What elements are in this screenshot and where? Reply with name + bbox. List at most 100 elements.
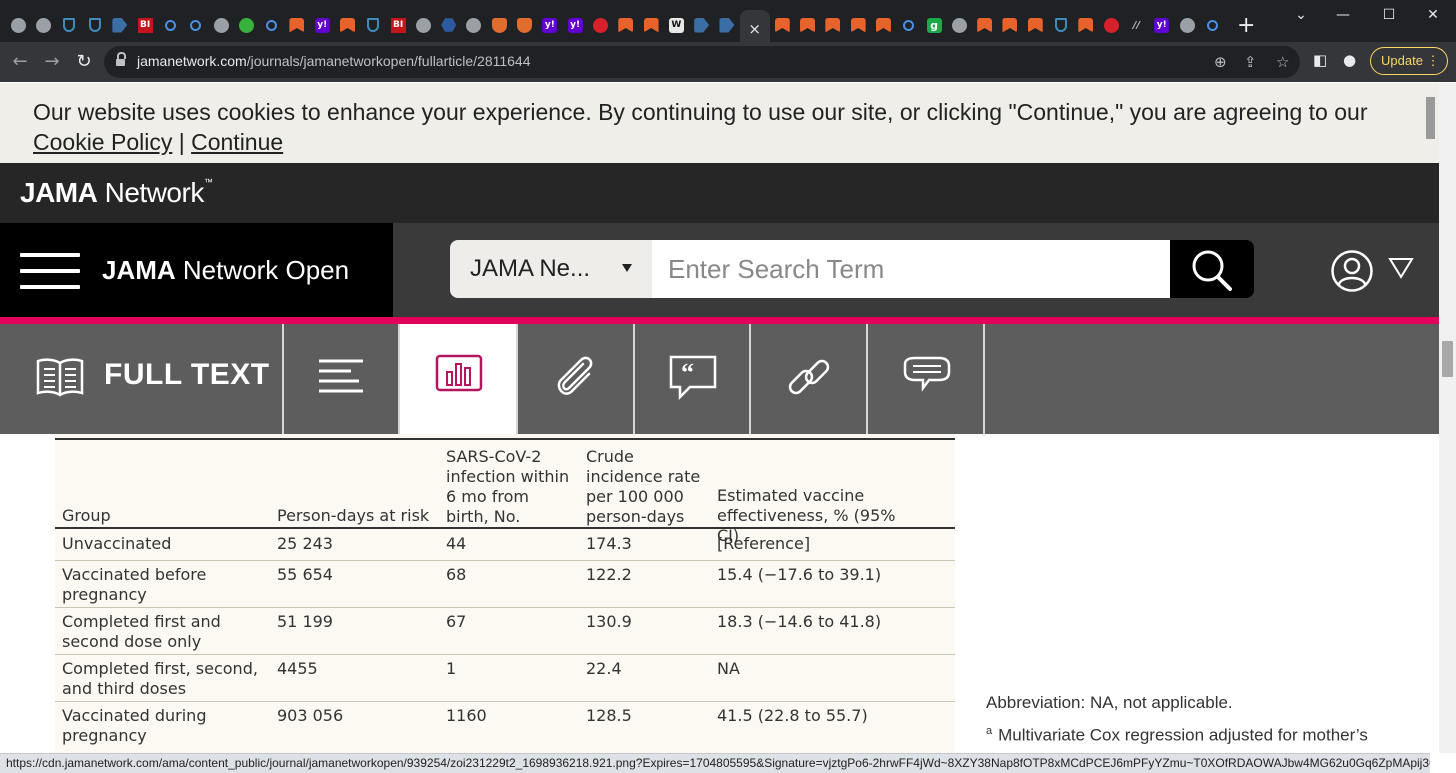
browser-tab[interactable]: [588, 10, 613, 40]
journal-title[interactable]: JAMA Network Open: [102, 255, 349, 286]
browser-tab[interactable]: y!: [537, 10, 562, 40]
minimize-button[interactable]: —: [1320, 0, 1366, 30]
side-panel-icon[interactable]: ◧: [1313, 51, 1327, 69]
cookie-continue-link[interactable]: Continue: [191, 129, 283, 155]
search-scope-select[interactable]: JAMA Ne...: [450, 240, 652, 298]
bookmark-favicon-icon: [340, 17, 355, 33]
browser-tab[interactable]: [461, 10, 486, 40]
browser-tab[interactable]: [1073, 10, 1098, 40]
tab-search-icon[interactable]: ⌄: [1278, 0, 1324, 30]
browser-tab[interactable]: [158, 10, 183, 40]
update-button[interactable]: Update ⋮: [1370, 47, 1448, 75]
reload-button[interactable]: ↻: [72, 50, 96, 74]
bookmark-favicon-icon: [643, 17, 659, 33]
browser-tab[interactable]: [795, 10, 820, 40]
search-input[interactable]: [652, 240, 1170, 298]
forward-button[interactable]: →: [40, 50, 64, 74]
bookmark-favicon-icon: [977, 17, 993, 33]
browser-tab[interactable]: y!: [310, 10, 335, 40]
browser-tab[interactable]: [411, 10, 436, 40]
url-text[interactable]: jamanetwork.com/journals/jamanetworkopen…: [137, 53, 531, 69]
browser-tab[interactable]: [436, 10, 461, 40]
tab-figures-tables[interactable]: [400, 324, 518, 434]
browser-tab[interactable]: [947, 10, 972, 40]
browser-tab[interactable]: [714, 10, 739, 40]
cookie-scroll-thumb[interactable]: [1426, 97, 1435, 139]
page-scrollbar[interactable]: [1439, 83, 1456, 753]
browser-tab[interactable]: [638, 10, 663, 40]
browser-tab[interactable]: W: [664, 10, 689, 40]
svg-text:“: “: [681, 358, 694, 387]
table-cell: 25 243: [277, 534, 333, 553]
zoom-icon[interactable]: ⊕: [1214, 53, 1227, 71]
bar-chart-icon: [435, 354, 483, 392]
search-button[interactable]: [1170, 240, 1254, 298]
browser-tab[interactable]: //: [1124, 10, 1149, 40]
outline-lines-icon: [319, 359, 363, 393]
browser-tab[interactable]: [512, 10, 537, 40]
jama-network-logo[interactable]: JAMA Network™: [20, 177, 213, 209]
browser-tab[interactable]: [208, 10, 233, 40]
share-icon[interactable]: ⇪: [1244, 53, 1257, 71]
shield-favicon-icon: [1054, 18, 1067, 32]
browser-tab[interactable]: [820, 10, 845, 40]
browser-tab[interactable]: [1174, 10, 1199, 40]
browser-tab[interactable]: [31, 10, 56, 40]
table-cell: 4455: [277, 659, 318, 678]
user-account-icon[interactable]: [1330, 249, 1374, 293]
browser-tab[interactable]: [284, 10, 309, 40]
page-scroll-thumb[interactable]: [1442, 341, 1453, 377]
account-dropdown-icon[interactable]: [1388, 257, 1414, 279]
browser-tab[interactable]: [6, 10, 31, 40]
browser-tab[interactable]: [613, 10, 638, 40]
shield-favicon-icon: [88, 18, 101, 32]
browser-tab[interactable]: [360, 10, 385, 40]
browser-tab[interactable]: [1048, 10, 1073, 40]
browser-tab[interactable]: BI: [132, 10, 157, 40]
browser-tab[interactable]: [997, 10, 1022, 40]
browser-tab[interactable]: [82, 10, 107, 40]
browser-tab[interactable]: [259, 10, 284, 40]
browser-tab[interactable]: y!: [563, 10, 588, 40]
new-tab-button[interactable]: +: [1237, 13, 1255, 38]
tab-supplemental[interactable]: [518, 324, 635, 434]
link-status-bar: https://cdn.jamanetwork.com/ama/content_…: [0, 753, 1430, 773]
tab-permissions[interactable]: [751, 324, 868, 434]
menu-icon[interactable]: [20, 253, 80, 289]
profile-icon[interactable]: ●: [1343, 51, 1356, 69]
tab-outline[interactable]: [284, 324, 400, 434]
table-image[interactable]: Group Person-days at risk SARS-CoV-2 inf…: [55, 434, 955, 753]
browser-tab[interactable]: [183, 10, 208, 40]
browser-tab[interactable]: g: [921, 10, 946, 40]
cookie-policy-link[interactable]: Cookie Policy: [33, 129, 172, 155]
lock-icon[interactable]: [116, 52, 126, 67]
address-bar[interactable]: jamanetwork.com/journals/jamanetworkopen…: [104, 46, 1300, 78]
browser-tab[interactable]: y!: [1149, 10, 1174, 40]
cookie-scrollbar[interactable]: [1422, 83, 1439, 163]
browser-tab[interactable]: [107, 10, 132, 40]
browser-tab[interactable]: BI: [385, 10, 410, 40]
browser-tab[interactable]: [487, 10, 512, 40]
browser-tab[interactable]: [871, 10, 896, 40]
tab-comments[interactable]: [868, 324, 985, 434]
search-favicon-icon: [266, 19, 278, 31]
back-button[interactable]: ←: [8, 50, 32, 74]
browser-tab[interactable]: [896, 10, 921, 40]
browser-tab[interactable]: [234, 10, 259, 40]
browser-tab[interactable]: [1098, 10, 1123, 40]
browser-tab[interactable]: [57, 10, 82, 40]
browser-tab[interactable]: [1023, 10, 1048, 40]
browser-tab[interactable]: [1200, 10, 1225, 40]
tab-cite[interactable]: “: [635, 324, 751, 434]
browser-tab[interactable]: [846, 10, 871, 40]
maximize-button[interactable]: ☐: [1366, 0, 1412, 30]
browser-tab[interactable]: [335, 10, 360, 40]
tab-full-text[interactable]: FULL TEXT: [0, 324, 284, 434]
close-tab-icon[interactable]: ×: [748, 20, 761, 38]
close-window-button[interactable]: ✕: [1410, 0, 1456, 30]
browser-tab[interactable]: [972, 10, 997, 40]
browser-tab[interactable]: [689, 10, 714, 40]
bookmark-star-icon[interactable]: ☆: [1276, 53, 1289, 71]
browser-tab[interactable]: [770, 10, 795, 40]
comment-bubble-icon: [903, 356, 951, 392]
